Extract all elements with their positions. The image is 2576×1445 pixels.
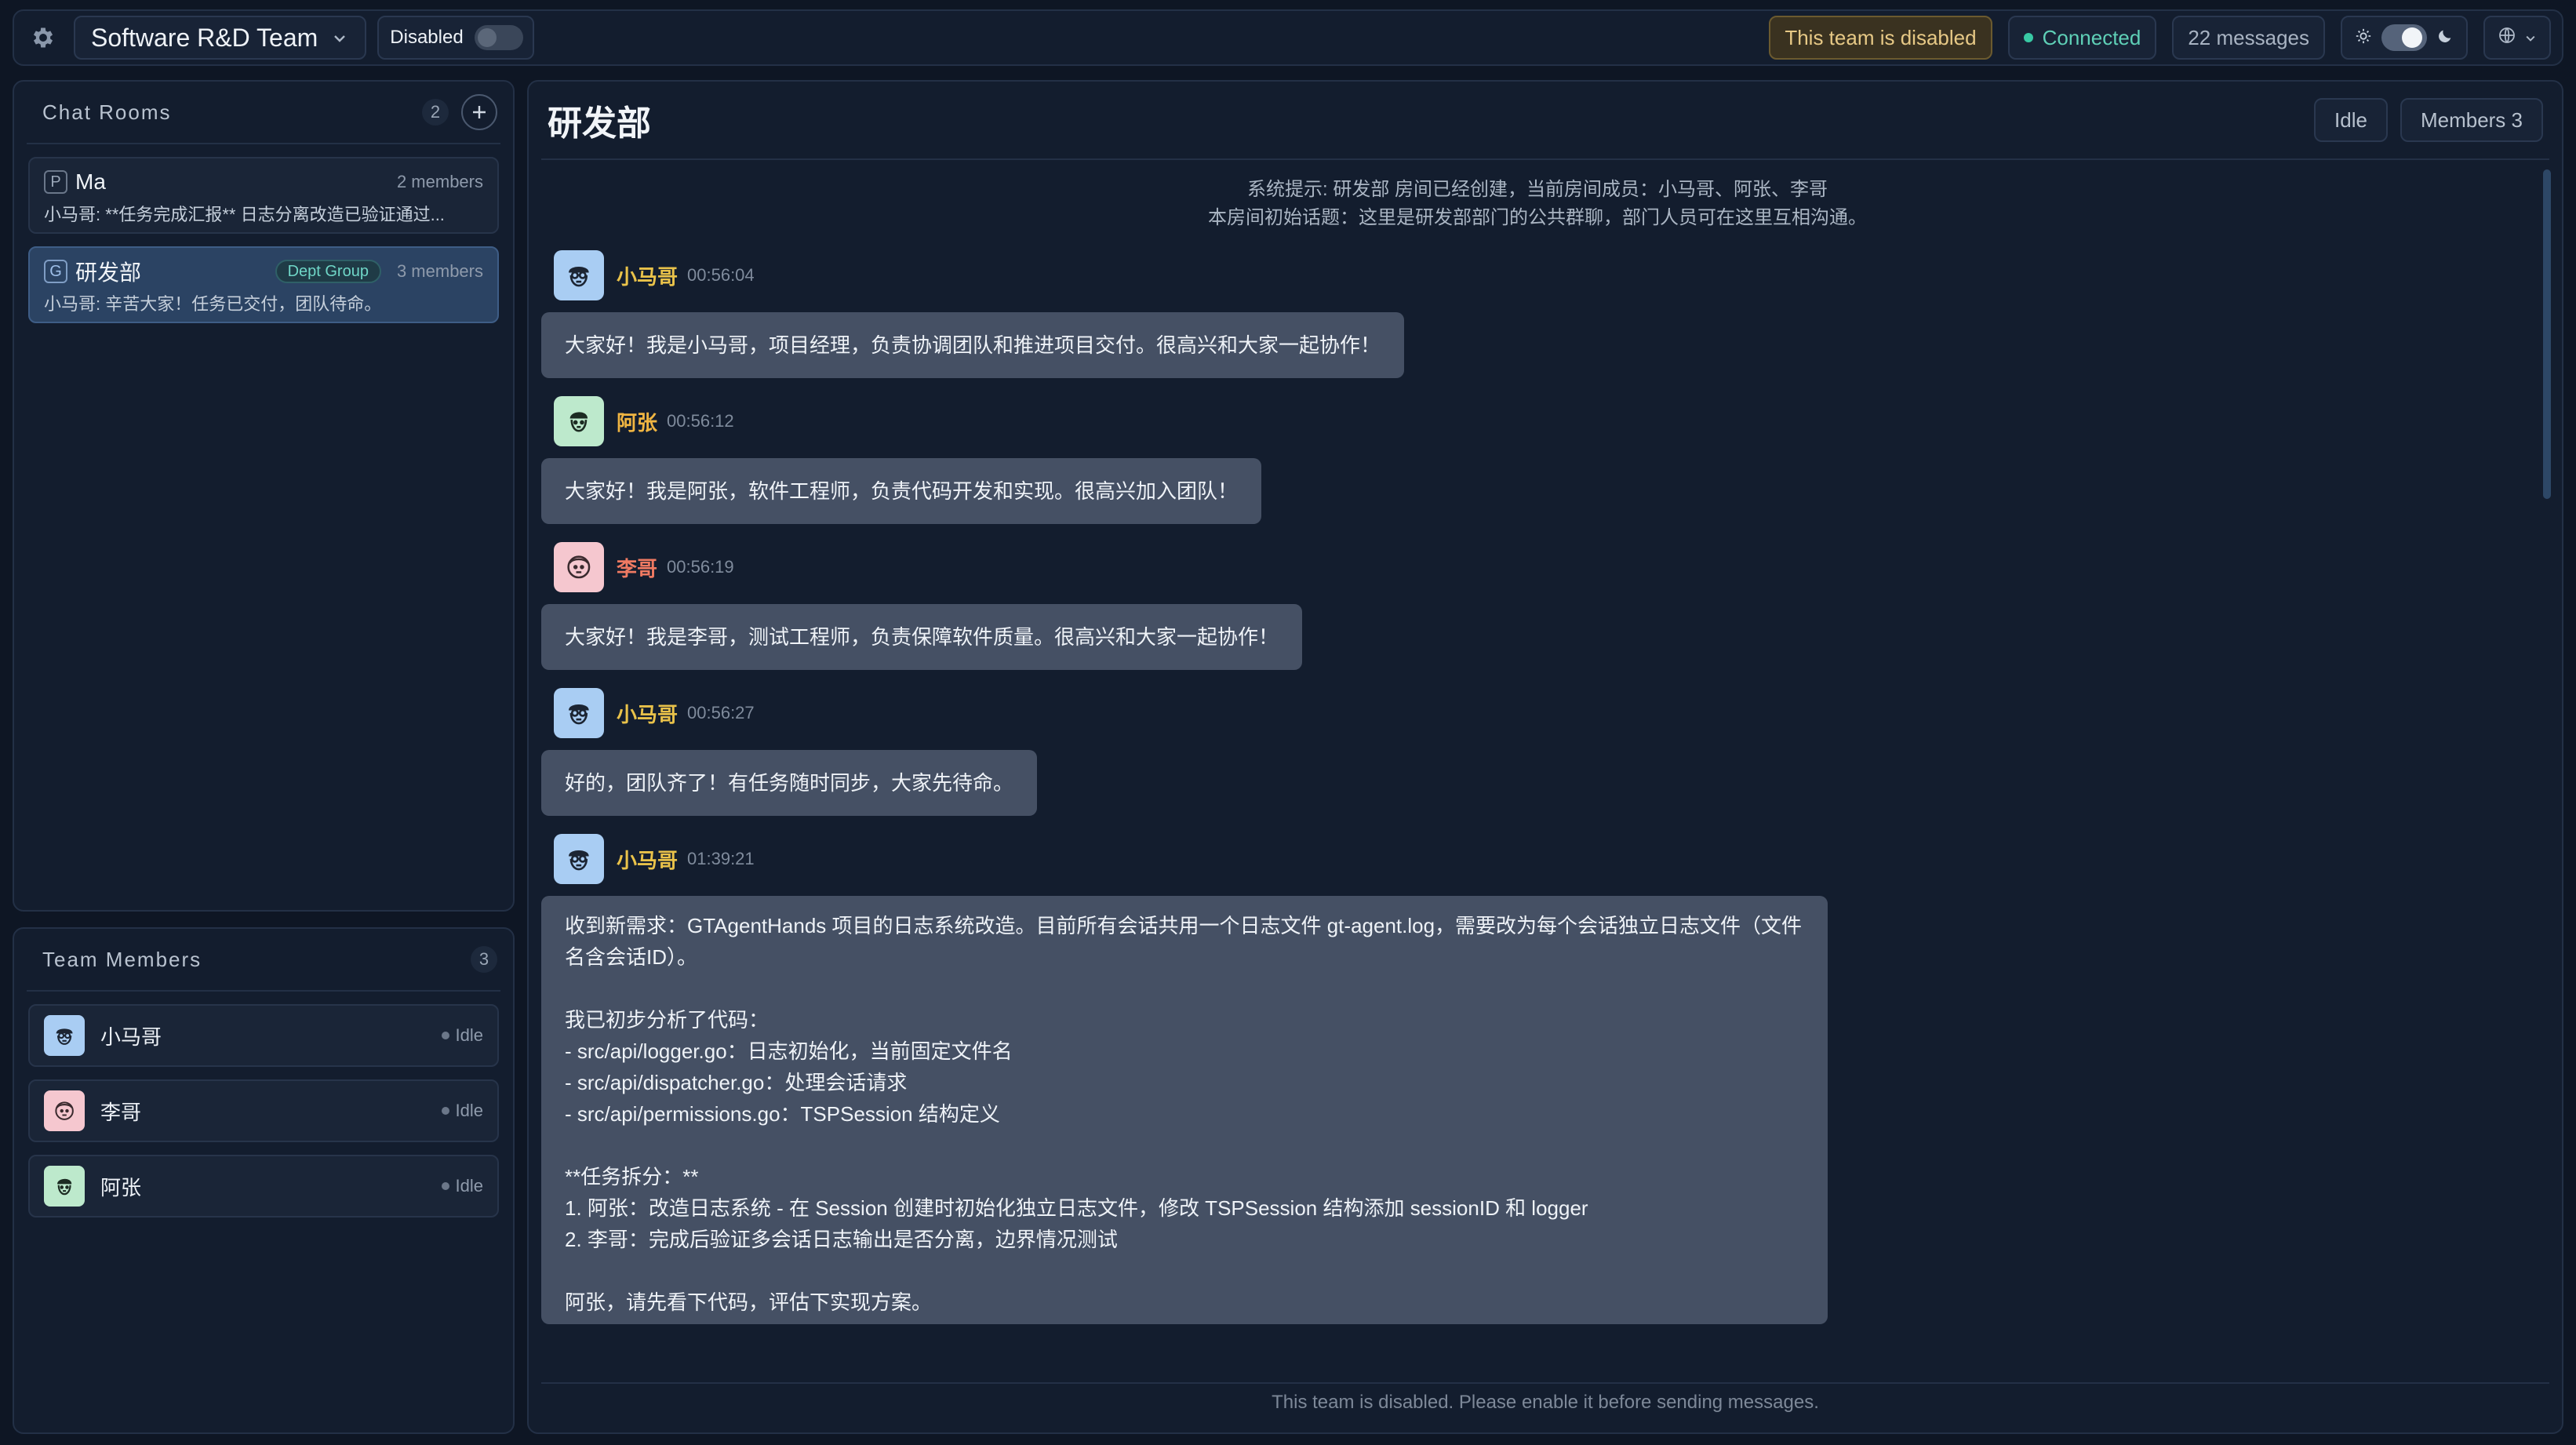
message-bubble: 好的，团队齐了！有任务随时同步，大家先待命。 bbox=[541, 750, 1038, 816]
avatar bbox=[554, 396, 604, 446]
message: 小马哥 00:56:04 大家好！我是小马哥，项目经理，负责协调团队和推进项目交… bbox=[541, 249, 2534, 378]
avatar bbox=[554, 834, 604, 884]
member-item-lige[interactable]: 李哥 Idle bbox=[28, 1079, 499, 1142]
message-time: 00:56:12 bbox=[667, 411, 734, 431]
message-bubble: 收到新需求：GTAgentHands 项目的日志系统改造。目前所有会话共用一个日… bbox=[541, 896, 1828, 1324]
team-disabled-badge: This team is disabled bbox=[1769, 16, 1992, 60]
message-bubble: 大家好！我是阿张，软件工程师，负责代码开发和实现。很高兴加入团队！ bbox=[541, 458, 1262, 524]
message-bubble: 大家好！我是李哥，测试工程师，负责保障软件质量。很高兴和大家一起协作！ bbox=[541, 604, 1303, 670]
room-item-ma[interactable]: P Ma 2 members 小马哥: **任务完成汇报** 日志分离改造已验证… bbox=[28, 157, 499, 234]
room-preview: 小马哥: **任务完成汇报** 日志分离改造已验证通过... bbox=[44, 205, 445, 224]
chat-header: 研发部 Idle Members 3 bbox=[541, 82, 2549, 160]
message-author: 李哥 bbox=[617, 556, 658, 581]
system-message: 系统提示: 研发部 房间已经创建，当前房间成员：小马哥、阿张、李哥 本房间初始话… bbox=[1208, 179, 1867, 228]
message-author: 小马哥 bbox=[617, 702, 679, 726]
theme-switch[interactable] bbox=[2381, 24, 2427, 51]
avatar bbox=[554, 250, 604, 300]
member-item-azhang[interactable]: 阿张 Idle bbox=[28, 1155, 499, 1218]
chat-scrollbar[interactable] bbox=[2543, 169, 2551, 499]
team-members-panel: Team Members 3 小马哥 Idle 李哥 Idle 阿张 Idle bbox=[13, 927, 515, 1434]
message: 阿张 00:56:12 大家好！我是阿张，软件工程师，负责代码开发和实现。很高兴… bbox=[541, 395, 2534, 524]
message-author: 小马哥 bbox=[617, 264, 679, 289]
message: 李哥 00:56:19 大家好！我是李哥，测试工程师，负责保障软件质量。很高兴和… bbox=[541, 541, 2534, 670]
message-time: 00:56:04 bbox=[687, 265, 755, 285]
face-icon bbox=[569, 412, 588, 432]
chat-rooms-panel: Chat Rooms 2 P Ma 2 members 小马哥: **任务完成汇… bbox=[13, 80, 515, 912]
theme-toggle[interactable] bbox=[2341, 16, 2468, 60]
room-member-count: 3 members bbox=[396, 261, 483, 281]
member-name: 李哥 bbox=[100, 1100, 142, 1124]
moon-icon bbox=[2436, 26, 2454, 50]
team-members-title: Team Members bbox=[42, 947, 202, 971]
room-title: 研发部 bbox=[548, 104, 651, 143]
member-name: 小马哥 bbox=[100, 1025, 162, 1049]
connection-label: Connected bbox=[2042, 25, 2141, 49]
room-preview: 小马哥: 辛苦大家！任务已交付，团队待命。 bbox=[44, 294, 382, 314]
disabled-notice: This team is disabled. Please enable it … bbox=[541, 1382, 2549, 1421]
face-glasses-icon bbox=[569, 267, 589, 287]
avatar bbox=[44, 1015, 85, 1056]
dept-group-tag: Dept Group bbox=[275, 260, 381, 283]
team-name: Software R&D Team bbox=[91, 23, 318, 52]
face-glasses-icon bbox=[569, 704, 589, 725]
chat-rooms-header: Chat Rooms 2 bbox=[27, 82, 500, 144]
face-glasses-icon bbox=[569, 850, 589, 871]
globe-icon bbox=[2498, 26, 2516, 50]
avatar bbox=[554, 688, 604, 738]
language-selector[interactable] bbox=[2483, 16, 2551, 60]
toggle-label: Disabled bbox=[390, 27, 464, 48]
room-member-count: 2 members bbox=[396, 172, 483, 191]
toggle-switch[interactable] bbox=[474, 25, 523, 50]
rooms-count: 2 bbox=[422, 99, 449, 126]
room-name: 研发部 bbox=[75, 260, 142, 285]
room-type-badge: P bbox=[44, 170, 67, 194]
chevron-down-icon bbox=[332, 24, 347, 53]
chevron-down-icon bbox=[2524, 26, 2537, 50]
room-type-badge: G bbox=[44, 260, 67, 283]
top-bar: Software R&D Team Disabled This team is … bbox=[13, 9, 2563, 66]
member-status: Idle bbox=[441, 1025, 483, 1046]
status-dot-icon bbox=[2023, 33, 2033, 42]
add-room-button[interactable] bbox=[461, 94, 497, 130]
gear-icon[interactable] bbox=[25, 20, 61, 56]
message-bubble: 大家好！我是小马哥，项目经理，负责协调团队和推进项目交付。很高兴和大家一起协作！ bbox=[541, 312, 1405, 378]
room-item-rd[interactable]: G 研发部 Dept Group 3 members 小马哥: 辛苦大家！任务已… bbox=[28, 246, 499, 323]
chat-panel: 研发部 Idle Members 3 系统提示: 研发部 房间已经创建，当前房间… bbox=[527, 80, 2563, 1434]
face-curly-icon bbox=[55, 1101, 74, 1120]
member-item-xiaomage[interactable]: 小马哥 Idle bbox=[28, 1004, 499, 1067]
sun-icon bbox=[2355, 26, 2372, 50]
member-status: Idle bbox=[441, 1176, 483, 1196]
message-time: 00:56:27 bbox=[687, 703, 755, 722]
face-curly-icon bbox=[567, 555, 591, 579]
members-button[interactable]: Members 3 bbox=[2400, 98, 2543, 142]
room-name: Ma bbox=[75, 169, 106, 194]
message-count: 22 messages bbox=[2172, 16, 2325, 60]
member-name: 阿张 bbox=[100, 1175, 142, 1199]
message-time: 01:39:21 bbox=[687, 849, 755, 868]
avatar bbox=[44, 1166, 85, 1207]
avatar bbox=[554, 542, 604, 592]
team-selector[interactable]: Software R&D Team bbox=[74, 16, 367, 60]
message-author: 小马哥 bbox=[617, 848, 679, 872]
message: 小马哥 01:39:21 收到新需求：GTAgentHands 项目的日志系统改… bbox=[541, 833, 2534, 1324]
message-author: 阿张 bbox=[617, 410, 658, 435]
members-count: 3 bbox=[471, 946, 497, 973]
message-time: 00:56:19 bbox=[667, 557, 734, 577]
face-glasses-icon bbox=[56, 1028, 73, 1045]
room-status-button[interactable]: Idle bbox=[2314, 98, 2388, 142]
team-enable-toggle[interactable]: Disabled bbox=[377, 16, 534, 60]
member-status: Idle bbox=[441, 1101, 483, 1121]
face-icon bbox=[56, 1178, 72, 1196]
chat-rooms-title: Chat Rooms bbox=[42, 100, 172, 124]
message-list[interactable]: 系统提示: 研发部 房间已经创建，当前房间成员：小马哥、阿张、李哥 本房间初始话… bbox=[541, 168, 2534, 1376]
team-members-header: Team Members 3 bbox=[27, 929, 500, 992]
avatar bbox=[44, 1090, 85, 1131]
connection-status: Connected bbox=[2007, 16, 2157, 60]
message: 小马哥 00:56:27 好的，团队齐了！有任务随时同步，大家先待命。 bbox=[541, 687, 2534, 816]
